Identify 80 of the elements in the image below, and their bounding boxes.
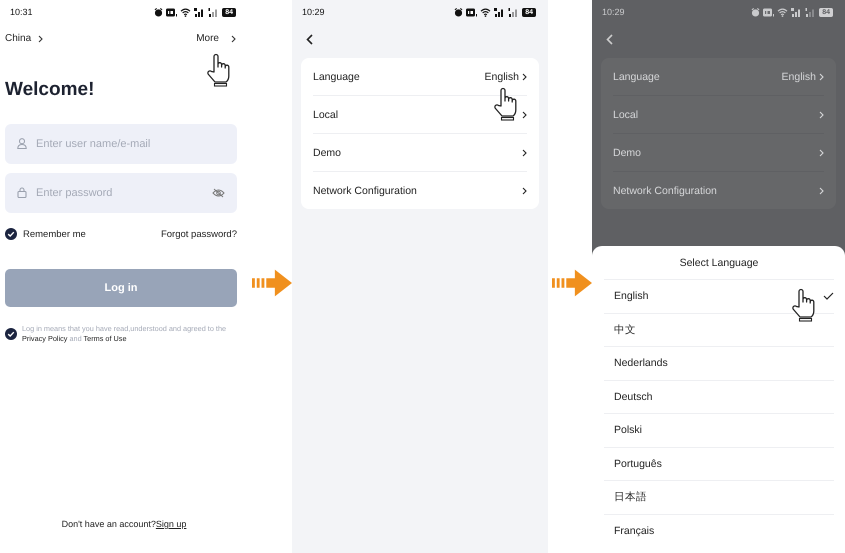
language-label: Français bbox=[614, 524, 654, 537]
alarm-clock-icon bbox=[154, 8, 164, 16]
wifi-icon bbox=[777, 8, 788, 16]
alarm-clock-icon bbox=[454, 8, 464, 16]
language-label: Português bbox=[614, 458, 662, 470]
language-option[interactable]: Français bbox=[604, 514, 834, 547]
language-label: English bbox=[614, 290, 648, 302]
wifi-icon bbox=[480, 8, 492, 16]
hand-pointer-icon bbox=[493, 87, 519, 121]
chevron-right-icon bbox=[819, 186, 824, 194]
signal-icon bbox=[508, 8, 520, 16]
chevron-right-icon bbox=[38, 34, 44, 42]
more-link[interactable]: More bbox=[196, 33, 219, 44]
language-option[interactable]: Nederlands bbox=[604, 347, 834, 380]
language-option[interactable]: Português bbox=[604, 448, 834, 481]
language-option[interactable]: Deutsch bbox=[604, 380, 834, 414]
signal-icon bbox=[208, 8, 220, 16]
region-selector[interactable]: China bbox=[5, 33, 32, 44]
status-time: 10:31 bbox=[10, 7, 33, 17]
row-label: Language bbox=[313, 70, 360, 82]
hand-pointer-icon bbox=[206, 53, 232, 87]
signup-prompt: Don't have an account?Sign up bbox=[60, 519, 188, 529]
language-option[interactable]: Polski bbox=[604, 414, 834, 448]
welcome-title: Welcome! bbox=[5, 79, 96, 101]
signal-icon bbox=[194, 8, 206, 16]
settings-row[interactable]: Local bbox=[613, 95, 824, 133]
row-label: Local bbox=[613, 108, 638, 120]
wifi-icon bbox=[180, 8, 192, 16]
hd-icon bbox=[763, 8, 774, 16]
language-label: Polski bbox=[614, 424, 642, 436]
row-label: Language bbox=[613, 70, 660, 82]
lock-icon bbox=[17, 187, 27, 198]
chevron-right-icon bbox=[819, 148, 824, 156]
chevron-right-icon bbox=[522, 186, 527, 194]
sign-up-link[interactable]: Sign up bbox=[156, 519, 186, 529]
chevron-right-icon bbox=[522, 148, 527, 156]
row-value: English bbox=[484, 70, 519, 82]
signal-icon bbox=[805, 8, 816, 16]
status-time: 10:29 bbox=[302, 7, 325, 17]
remember-me-label: Remember me bbox=[23, 228, 86, 240]
hd-icon bbox=[166, 8, 178, 16]
chevron-right-icon bbox=[522, 110, 527, 118]
hd-icon bbox=[466, 8, 478, 16]
settings-row[interactable]: Network Configuration bbox=[313, 171, 527, 209]
settings-row[interactable]: Demo bbox=[613, 133, 824, 171]
row-label: Network Configuration bbox=[313, 184, 417, 196]
row-label: Local bbox=[313, 108, 338, 120]
back-icon[interactable] bbox=[306, 34, 313, 45]
settings-row[interactable]: Language English bbox=[613, 58, 824, 95]
chevron-right-icon bbox=[819, 110, 824, 118]
language-label: Nederlands bbox=[614, 357, 668, 370]
settings-row[interactable]: Network Configuration bbox=[613, 171, 824, 209]
forgot-password-link[interactable]: Forgot password? bbox=[160, 228, 237, 240]
signal-icon bbox=[791, 8, 802, 16]
language-label: Deutsch bbox=[614, 390, 653, 403]
eye-hidden-icon[interactable] bbox=[212, 188, 225, 198]
row-label: Demo bbox=[313, 146, 342, 158]
language-label: 中文 bbox=[614, 322, 636, 337]
password-field[interactable]: Enter password bbox=[5, 173, 237, 213]
user-icon bbox=[17, 138, 27, 149]
signal-icon bbox=[494, 8, 506, 16]
hand-pointer-icon bbox=[791, 288, 817, 322]
settings-row[interactable]: Demo bbox=[313, 133, 527, 171]
alarm-clock-icon bbox=[751, 8, 760, 16]
status-time: 10:29 bbox=[602, 7, 625, 17]
row-label: Network Configuration bbox=[613, 184, 717, 196]
username-field[interactable]: Enter user name/e-mail bbox=[5, 124, 237, 164]
arrow-right-icon bbox=[552, 268, 592, 296]
language-option[interactable]: 日本語 bbox=[604, 481, 834, 514]
chevron-right-icon bbox=[819, 72, 824, 80]
chevron-right-icon bbox=[522, 72, 527, 80]
row-label: Demo bbox=[613, 146, 642, 158]
checkbox[interactable] bbox=[5, 228, 17, 240]
arrow-right-icon bbox=[252, 268, 292, 296]
checkbox[interactable] bbox=[5, 328, 17, 340]
language-label: 日本語 bbox=[614, 490, 647, 504]
settings-row[interactable]: Language English bbox=[313, 58, 527, 95]
sheet-title: Select Language bbox=[604, 252, 834, 280]
chevron-right-icon bbox=[231, 34, 236, 42]
row-value: English bbox=[782, 70, 816, 82]
